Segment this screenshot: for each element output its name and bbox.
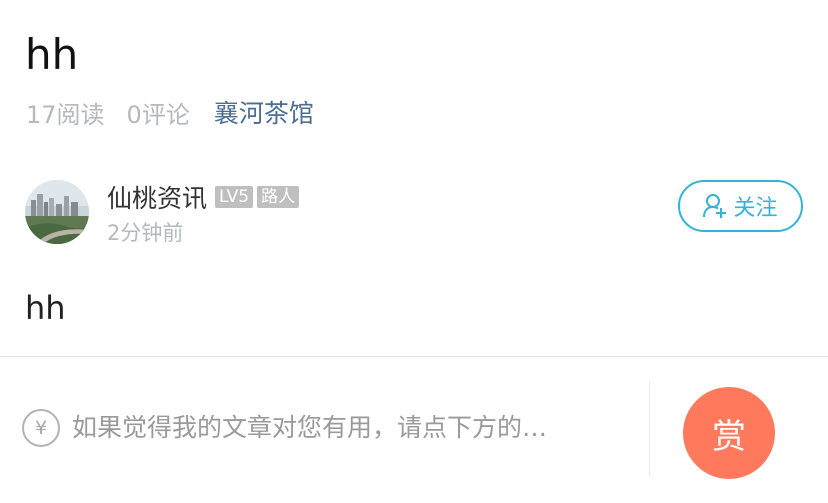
follow-button[interactable]: 关注 xyxy=(678,180,803,232)
reward-button[interactable]: 赏 xyxy=(683,387,775,479)
post-meta: 17阅读 0评论 襄河茶馆 xyxy=(26,95,314,129)
post-detail-page: hh 17阅读 0评论 襄河茶馆 仙桃资讯 LV5 路人 2分钟前 关注 hh … xyxy=(0,0,828,503)
forum-link[interactable]: 襄河茶馆 xyxy=(214,94,314,130)
follow-label: 关注 xyxy=(733,196,778,221)
author-row: 仙桃资讯 LV5 路人 2分钟前 关注 xyxy=(25,179,803,245)
reward-hint: 如果觉得我的文章对您有用，请点下方的… xyxy=(72,413,548,442)
level-badge: LV5 xyxy=(215,186,254,208)
author-name-line: 仙桃资讯 LV5 路人 xyxy=(107,179,303,215)
author-name[interactable]: 仙桃资讯 xyxy=(107,179,207,215)
post-body: hh xyxy=(25,289,66,327)
reward-bar: ¥ 如果觉得我的文章对您有用，请点下方的… 赏 xyxy=(0,357,828,503)
post-time: 2分钟前 xyxy=(107,221,184,245)
add-user-icon xyxy=(703,193,727,219)
rank-badge: 路人 xyxy=(257,186,300,208)
post-title: hh xyxy=(25,30,79,79)
read-count: 17阅读 xyxy=(26,100,105,129)
yen-icon: ¥ xyxy=(22,409,60,447)
vertical-divider xyxy=(649,381,650,477)
author-avatar[interactable] xyxy=(25,180,89,244)
city-photo-avatar xyxy=(25,180,89,244)
comment-count[interactable]: 0评论 xyxy=(127,95,190,130)
